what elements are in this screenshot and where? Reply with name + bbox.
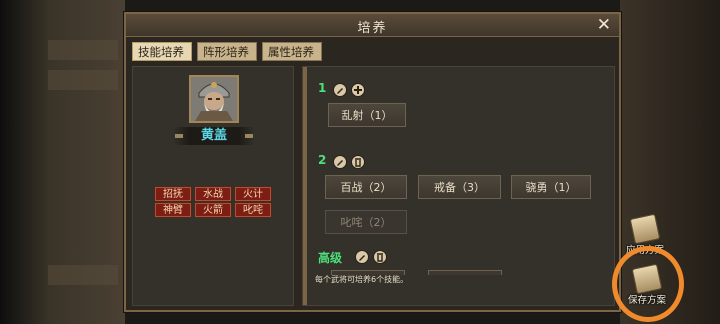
pencil-icon[interactable]	[355, 250, 369, 264]
add-icon[interactable]	[351, 83, 365, 97]
skill-slot[interactable]: 骁勇（1）	[511, 175, 591, 199]
portrait-image	[191, 77, 237, 121]
skill-tag[interactable]: 火计	[235, 187, 271, 201]
bg-block	[48, 265, 118, 285]
cultivate-dialog: 培养 ✕ 技能培养 阵形培养 属性培养 黄盖 招抚 水战 火计 神臂 火箭 叱咤…	[124, 12, 621, 312]
bg-block	[48, 40, 118, 60]
skill-slot[interactable]: 百战（2）	[325, 175, 407, 199]
skill-tag[interactable]: 招抚	[155, 187, 191, 201]
tab-formation-cultivate[interactable]: 阵形培养	[197, 42, 257, 61]
skill-slot-disabled[interactable]: 叱咤（2）	[325, 210, 407, 234]
skill-tag[interactable]: 水战	[195, 187, 231, 201]
pencil-icon[interactable]	[333, 83, 347, 97]
bg-block	[48, 70, 118, 90]
background-left	[0, 0, 125, 324]
tab-skill-cultivate[interactable]: 技能培养	[132, 42, 192, 61]
general-portrait[interactable]	[189, 75, 239, 123]
dialog-title: 培养	[357, 21, 388, 36]
skill-slots-panel: 1 乱射（1） 2 百战（2） 戒备（3） 骁勇（1） 叱咤（2） 高级 每个武…	[302, 66, 615, 306]
skill-tag[interactable]: 叱咤	[235, 203, 271, 217]
skill-tag[interactable]: 火箭	[195, 203, 231, 217]
row-label-advanced: 高级	[318, 251, 343, 265]
hint-text: 每个武将可培养6个技能。	[315, 275, 409, 284]
close-icon[interactable]: ✕	[597, 15, 611, 35]
skill-slot[interactable]: 戒备（3）	[418, 175, 501, 199]
general-panel: 黄盖 招抚 水战 火计 神臂 火箭 叱咤	[132, 66, 294, 306]
row-label: 1	[318, 81, 327, 95]
tab-attribute-cultivate[interactable]: 属性培养	[262, 42, 322, 61]
pencil-icon[interactable]	[333, 155, 347, 169]
general-name: 黄盖	[173, 127, 255, 145]
trash-icon[interactable]	[373, 250, 387, 264]
skill-slot-partial[interactable]	[428, 270, 502, 275]
trash-icon[interactable]	[351, 155, 365, 169]
highlight-ring	[612, 246, 684, 322]
scroll-icon	[629, 213, 661, 245]
skill-tag[interactable]: 神臂	[155, 203, 191, 217]
title-bar: 培养 ✕	[126, 14, 619, 37]
skill-slot[interactable]: 乱射（1）	[328, 103, 406, 127]
panel-divider	[303, 67, 307, 305]
row-label: 2	[318, 153, 327, 167]
